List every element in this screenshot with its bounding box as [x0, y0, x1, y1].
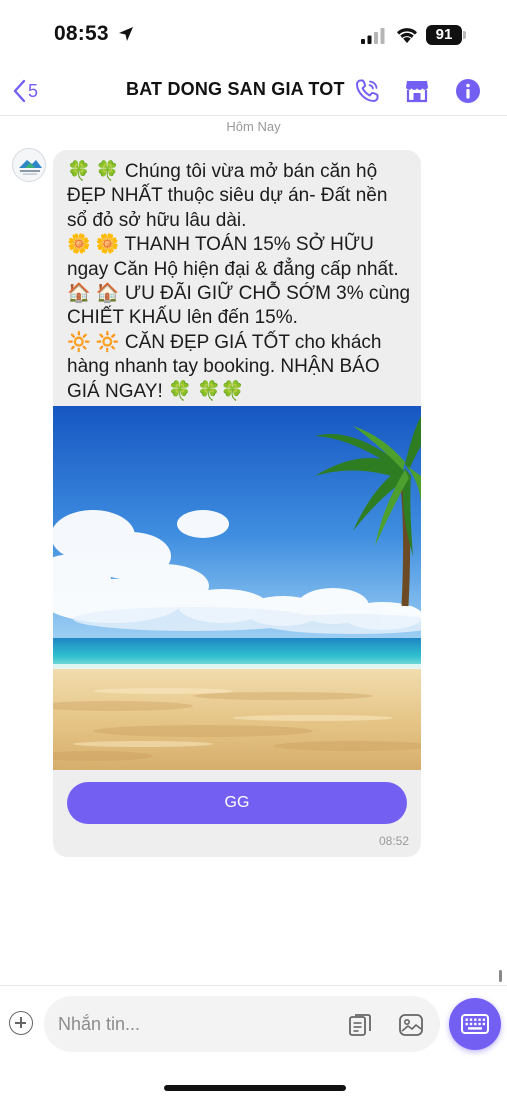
- date-separator: Hôm Nay: [226, 119, 281, 134]
- wifi-icon: [397, 28, 417, 43]
- sticker-icon[interactable]: [346, 1011, 374, 1039]
- avatar[interactable]: [12, 148, 46, 182]
- chat-header: 5 BAT DONG SAN GIA TOT: [0, 66, 507, 116]
- gallery-icon[interactable]: [397, 1011, 425, 1039]
- shop-icon[interactable]: [403, 77, 431, 105]
- signal-icon: [361, 28, 385, 44]
- plus-circle-icon[interactable]: [9, 1011, 33, 1035]
- home-indicator: [164, 1085, 346, 1091]
- composer-bar: [0, 985, 507, 1100]
- keyboard-button[interactable]: [449, 998, 501, 1050]
- message-image[interactable]: [53, 406, 421, 770]
- message-time: 08:52: [378, 834, 409, 848]
- chat-title: BAT DONG SAN GIA TOT: [126, 79, 345, 99]
- location-arrow-icon: [119, 27, 133, 41]
- message-paragraph: 🌼 🌼 THANH TOÁN 15% SỞ HỮU ngay Căn Hộ hi…: [67, 234, 411, 329]
- logo-icon: [13, 149, 45, 181]
- keyboard-icon: [461, 1014, 489, 1034]
- scrollbar[interactable]: [499, 970, 502, 982]
- status-time: 08:53: [54, 22, 109, 45]
- message-text: 🍀 🍀 Chúng tôi vừa mở bán căn hộ ĐẸP NHẤT…: [67, 160, 412, 404]
- message-paragraph: 🔆 🔆 CĂN ĐẸP GIÁ TỐT cho khách hàng nhanh…: [67, 331, 382, 402]
- battery-indicator: 91: [426, 25, 462, 45]
- gg-button[interactable]: GG: [67, 782, 407, 824]
- unread-count: 5: [28, 80, 39, 101]
- message-paragraph: 🍀 🍀 Chúng tôi vừa mở bán căn hộ ĐẸP NHẤT…: [67, 161, 388, 231]
- status-bar: 08:53 91: [0, 0, 507, 66]
- phone-icon[interactable]: [353, 77, 381, 105]
- chevron-left-icon: [13, 79, 26, 103]
- beach-image: [53, 406, 421, 770]
- back-button[interactable]: 5: [12, 78, 38, 104]
- message-input[interactable]: [44, 996, 440, 1052]
- battery-cap: [463, 31, 466, 39]
- info-icon[interactable]: [454, 77, 482, 105]
- message-bubble[interactable]: 🍀 🍀 Chúng tôi vừa mở bán căn hộ ĐẸP NHẤT…: [53, 150, 421, 857]
